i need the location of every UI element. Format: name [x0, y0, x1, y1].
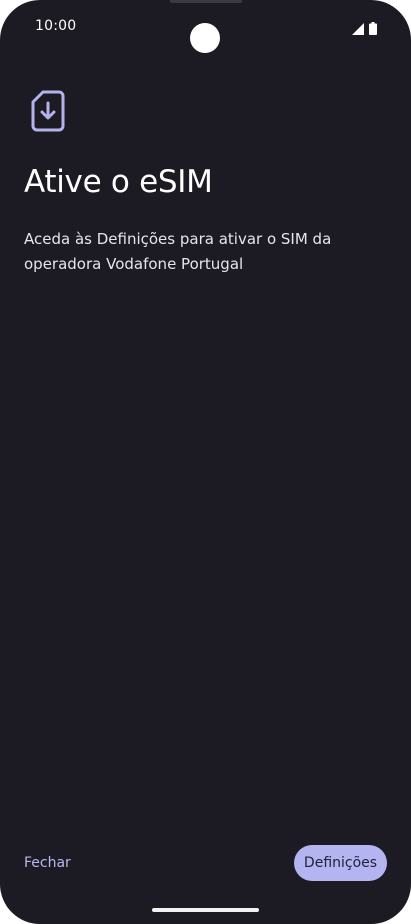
page-title: Ative o eSIM: [24, 164, 213, 200]
status-icons: [352, 20, 377, 39]
close-button[interactable]: Fechar: [14, 846, 81, 880]
page-description: Aceda às Definições para ativar o SIM da…: [24, 230, 332, 273]
home-indicator[interactable]: [152, 908, 259, 912]
status-bar: 10:00: [0, 0, 411, 53]
sim-download-icon: [30, 90, 66, 132]
signal-icon: [352, 20, 364, 39]
camera-cutout: [190, 23, 220, 53]
battery-icon: [369, 20, 377, 39]
status-time: 10:00: [35, 18, 77, 34]
phone-screen: 10:00 Ative o eSIM Aceda às Definições p…: [0, 0, 411, 924]
settings-button[interactable]: Definições: [294, 845, 387, 881]
